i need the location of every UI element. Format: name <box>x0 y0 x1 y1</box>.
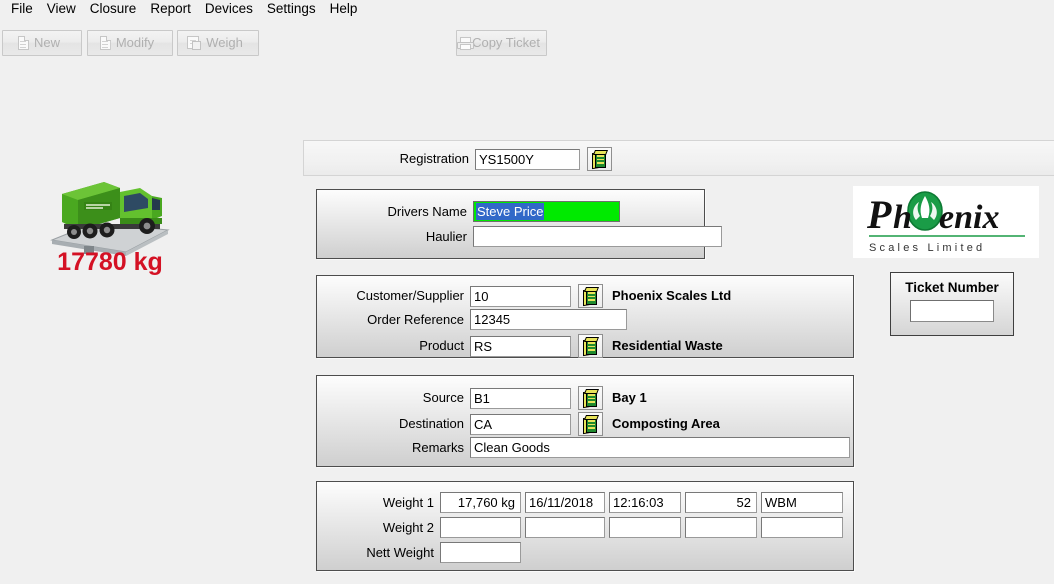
ticket-number-panel: Ticket Number <box>890 272 1014 336</box>
weight2-date-input[interactable] <box>525 517 605 538</box>
driver-panel: Drivers Name Steve Price Haulier <box>316 189 722 259</box>
menu-item-report[interactable]: Report <box>143 0 198 18</box>
haulier-label: Haulier <box>425 228 467 244</box>
product-label: Product <box>419 338 464 353</box>
weighbridge-app-window: File View Closure Report Devices Setting… <box>0 0 1054 584</box>
haulier-input[interactable] <box>473 226 722 247</box>
source-resolved-name: Bay 1 <box>612 390 647 405</box>
registration-bar: Registration YS1500Y <box>303 140 1054 176</box>
menu-item-closure[interactable]: Closure <box>83 0 144 18</box>
weight1-number-input[interactable]: 52 <box>685 492 757 513</box>
copy-ticket-button[interactable]: Copy Ticket <box>456 30 547 56</box>
live-weight-display: 17780 kg <box>57 248 163 276</box>
source-destination-panel: Source B1 Bay 1 Destination CA Compostin… <box>316 375 854 467</box>
weight1-code-input[interactable]: WBM <box>761 492 843 513</box>
source-label: Source <box>422 390 464 405</box>
nett-weight-label: Nett Weight <box>366 544 434 560</box>
nett-weight-input[interactable] <box>440 542 521 563</box>
weight1-label: Weight 1 <box>382 494 434 510</box>
remarks-label: Remarks <box>411 439 464 455</box>
drivers-name-input[interactable]: Steve Price <box>473 201 620 222</box>
card-file-icon <box>583 337 600 357</box>
customer-panel: Customer/Supplier 10 Phoenix Scales Ltd … <box>316 275 854 358</box>
weight1-weight-input[interactable]: 17,760 kg <box>440 492 521 513</box>
weight2-number-input[interactable] <box>685 517 757 538</box>
toolbar: New Modify Weigh Copy Ticket <box>0 21 1054 65</box>
menu-item-settings[interactable]: Settings <box>260 0 323 18</box>
weigh-button-label: Weigh <box>206 35 243 50</box>
weight2-code-input[interactable] <box>761 517 843 538</box>
product-resolved-name: Residential Waste <box>612 338 723 353</box>
menu-item-view[interactable]: View <box>40 0 83 18</box>
company-logo: P h enix Scales Limited <box>853 186 1039 258</box>
source-lookup-button[interactable] <box>578 386 603 410</box>
drivers-name-label: Drivers Name <box>387 203 467 219</box>
drivers-name-selected-text: Steve Price <box>476 203 545 220</box>
svg-text:Scales Limited: Scales Limited <box>869 242 985 254</box>
modify-button[interactable]: Modify <box>87 30 173 56</box>
weight1-time-input[interactable]: 12:16:03 <box>609 492 681 513</box>
menu-bar: File View Closure Report Devices Setting… <box>0 0 1054 21</box>
edit-document-icon <box>100 36 111 50</box>
weight2-time-input[interactable] <box>609 517 681 538</box>
ticket-number-input[interactable] <box>910 300 994 322</box>
new-button-label: New <box>33 35 60 50</box>
remarks-input[interactable]: Clean Goods <box>470 437 850 458</box>
card-file-icon <box>592 150 609 170</box>
registration-input[interactable]: YS1500Y <box>475 148 580 170</box>
menu-item-help[interactable]: Help <box>323 0 365 18</box>
card-file-icon <box>583 287 600 307</box>
customer-supplier-input[interactable]: 10 <box>470 285 571 307</box>
svg-text:P: P <box>866 192 892 237</box>
destination-resolved-name: Composting Area <box>612 416 720 431</box>
card-file-icon <box>583 389 600 409</box>
registration-label: Registration <box>399 151 469 166</box>
customer-lookup-button[interactable] <box>578 284 603 308</box>
new-button[interactable]: New <box>2 30 82 56</box>
weights-panel: Weight 1 17,760 kg 16/11/2018 12:16:03 5… <box>316 481 854 571</box>
destination-lookup-button[interactable] <box>578 412 603 436</box>
customer-resolved-name: Phoenix Scales Ltd <box>612 288 732 303</box>
weight2-weight-input[interactable] <box>440 517 521 538</box>
svg-text:enix: enix <box>939 199 999 236</box>
order-reference-label: Order Reference <box>367 311 464 327</box>
registration-lookup-button[interactable] <box>587 147 612 171</box>
svg-text:h: h <box>893 199 912 236</box>
destination-label: Destination <box>398 416 464 431</box>
source-input[interactable]: B1 <box>470 387 571 409</box>
card-file-icon <box>583 415 600 435</box>
customer-supplier-label: Customer/Supplier <box>356 288 464 303</box>
printer-icon <box>457 36 474 50</box>
product-lookup-button[interactable] <box>578 334 603 358</box>
document-icon <box>18 36 29 50</box>
copy-ticket-button-label: Copy Ticket <box>472 35 540 50</box>
weight2-label: Weight 2 <box>382 519 434 535</box>
modify-button-label: Modify <box>115 35 155 50</box>
menu-item-devices[interactable]: Devices <box>198 0 260 18</box>
weigh-button[interactable]: Weigh <box>177 30 259 56</box>
destination-input[interactable]: CA <box>470 413 571 435</box>
phoenix-scales-logo-icon: P h enix Scales Limited <box>866 191 1025 254</box>
ticket-number-label: Ticket Number <box>905 280 999 295</box>
weight1-date-input[interactable]: 16/11/2018 <box>525 492 605 513</box>
menu-item-file[interactable]: File <box>4 0 40 18</box>
order-reference-input[interactable]: 12345 <box>470 309 627 330</box>
product-input[interactable]: RS <box>470 335 571 357</box>
weigh-scale-icon <box>187 36 202 50</box>
